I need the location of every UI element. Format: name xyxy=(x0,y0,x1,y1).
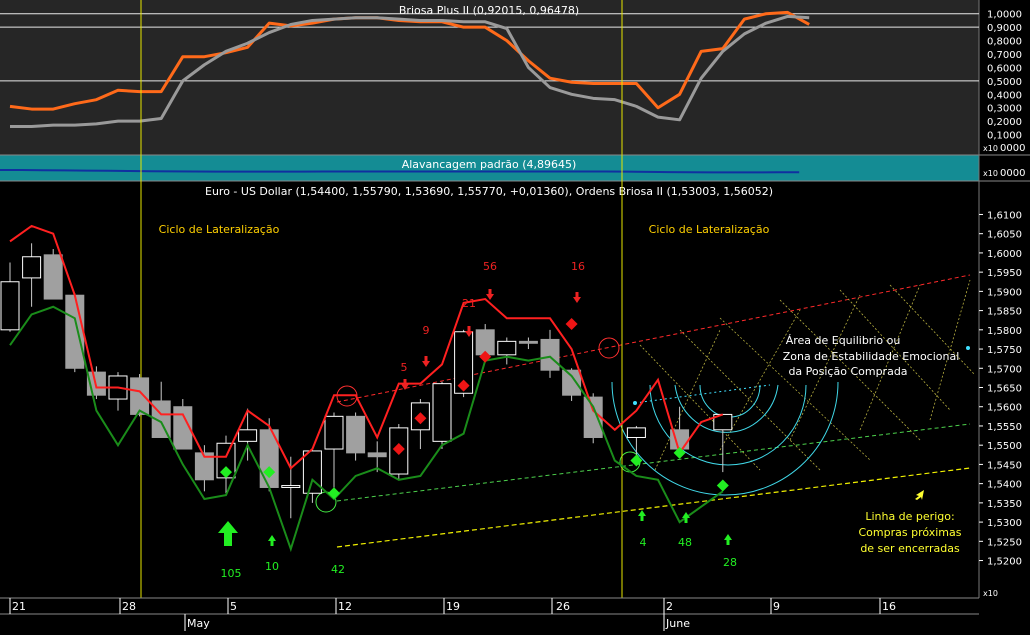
y-tick-label: 1,5650 xyxy=(987,384,1022,395)
y-tick-label: 0,1000 xyxy=(987,131,1022,142)
candle-up xyxy=(324,415,344,450)
cycle-label-right: Ciclo de Lateralização xyxy=(649,223,770,236)
y-tick-label: 0,8000 xyxy=(987,37,1022,48)
y-tick-label: 1,5200 xyxy=(987,557,1022,568)
y-tick-label: 1,0000 xyxy=(987,10,1022,21)
y-tick-label: 1,5400 xyxy=(987,480,1022,491)
leverage-title: Alavancagem padrão (4,89645) xyxy=(402,158,577,171)
signal-count-label: 42 xyxy=(331,563,345,576)
x-tick-label: 12 xyxy=(338,600,352,613)
x-tick-label: 19 xyxy=(446,600,460,613)
x-tick-label: 5 xyxy=(230,600,237,613)
oscillator-title: Briosa Plus II (0,92015, 0,96478) xyxy=(399,4,579,17)
y-tick-label: 0,2000 xyxy=(987,117,1022,128)
signal-count-label: 105 xyxy=(221,567,242,580)
y-tick-label: 0000 xyxy=(1000,168,1025,179)
chart-window: Briosa Plus II (0,92015, 0,96478) Alavan… xyxy=(0,0,1030,631)
y-tick-label: 1,6100 xyxy=(987,210,1022,221)
signal-count-label: 5 xyxy=(401,361,408,374)
x-tick-label: 9 xyxy=(773,600,780,613)
equilibrium-label: Área de Equilibrio ou xyxy=(786,334,901,347)
candle-down xyxy=(65,294,85,369)
y-tick-label: 1,5950 xyxy=(987,268,1022,279)
danger-label: Linha de perigo: xyxy=(865,510,954,523)
candle-up xyxy=(626,427,646,438)
x-tick-label: 2 xyxy=(666,600,673,613)
signal-count-label: 56 xyxy=(483,260,497,273)
x10-label: x10 xyxy=(983,144,998,153)
candle-up xyxy=(432,383,452,442)
candle-down xyxy=(562,369,582,396)
y-tick-label: 1,5600 xyxy=(987,403,1022,414)
equilibrium-label: da Posição Comprada xyxy=(788,365,907,378)
month-label: May xyxy=(187,617,210,630)
chart-canvas: Briosa Plus II (0,92015, 0,96478) Alavan… xyxy=(0,0,1030,631)
y-tick-label: 0,3000 xyxy=(987,104,1022,115)
x-tick-label: 28 xyxy=(122,600,136,613)
candle-up xyxy=(22,256,42,279)
y-tick-label: 1,5450 xyxy=(987,460,1022,471)
equilibrium-point xyxy=(633,401,637,405)
y-tick-label: 1,6050 xyxy=(987,230,1022,241)
candle-up xyxy=(238,429,258,442)
y-tick-label: 0,5000 xyxy=(987,77,1022,88)
x10-label: x10 xyxy=(983,589,998,598)
y-tick-label: 1,5850 xyxy=(987,307,1022,318)
y-tick-label: 0000 xyxy=(1000,143,1025,154)
signal-count-label: 21 xyxy=(462,297,476,310)
x-tick-label: 26 xyxy=(556,600,570,613)
y-tick-label: 0,7000 xyxy=(987,50,1022,61)
candle-up xyxy=(497,340,517,356)
signal-count-label: 10 xyxy=(265,560,279,573)
y-tick-label: 1,5350 xyxy=(987,499,1022,510)
candle-up xyxy=(0,281,20,331)
equilibrium-label: Zona de Estabilidade Emocional xyxy=(783,350,960,363)
y-tick-label: 1,5750 xyxy=(987,345,1022,356)
signal-count-label: 16 xyxy=(571,260,585,273)
y-tick-label: 0,6000 xyxy=(987,63,1022,74)
month-label: June xyxy=(665,617,690,630)
candle-down xyxy=(346,415,366,454)
x-axis: 21 28 5 12 19 26 2 9 16 May June xyxy=(0,597,979,631)
candle-down xyxy=(43,254,63,300)
signal-count-label: 48 xyxy=(678,536,692,549)
y-tick-label: 1,5300 xyxy=(987,518,1022,529)
y-tick-label: 1,5500 xyxy=(987,441,1022,452)
signal-count-label: 4 xyxy=(640,536,647,549)
y-tick-label: 1,5900 xyxy=(987,287,1022,298)
x-tick-label: 16 xyxy=(882,600,896,613)
candle-down xyxy=(540,338,560,371)
candle-up xyxy=(281,485,301,488)
y-tick-label: 1,5550 xyxy=(987,422,1022,433)
x-tick-label: 21 xyxy=(12,600,26,613)
y-tick-label: 0,9000 xyxy=(987,23,1022,34)
y-tick-label: 1,5700 xyxy=(987,364,1022,375)
price-title: Euro - US Dollar (1,54400, 1,55790, 1,53… xyxy=(205,185,773,198)
signal-count-label: 9 xyxy=(423,324,430,337)
signal-count-label: 28 xyxy=(723,556,737,569)
danger-label: de ser encerradas xyxy=(860,542,960,555)
candle-down xyxy=(130,377,150,415)
danger-label: Compras próximas xyxy=(858,526,961,539)
cycle-label-left: Ciclo de Lateralização xyxy=(159,223,280,236)
y-tick-label: 1,6000 xyxy=(987,249,1022,260)
equilibrium-point xyxy=(966,346,970,350)
y-tick-label: 0,4000 xyxy=(987,90,1022,101)
y-tick-label: 1,5800 xyxy=(987,326,1022,337)
candle-down xyxy=(367,452,387,458)
candle-up xyxy=(302,450,322,494)
candle-down xyxy=(518,340,538,344)
y-tick-label: 1,5250 xyxy=(987,537,1022,548)
x10-label: x10 xyxy=(983,169,998,178)
